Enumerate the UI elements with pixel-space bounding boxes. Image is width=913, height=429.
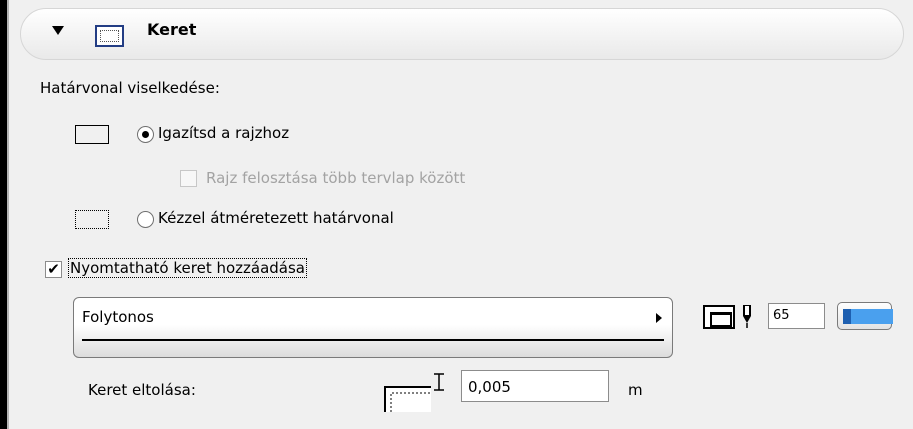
printable-frame-checkbox[interactable]: ✔ [45,261,62,278]
split-drawing-label[interactable]: Rajz felosztása több tervlap között [206,169,465,187]
radio-manual-border[interactable] [137,211,154,228]
printable-frame-label[interactable]: Nyomtatható keret hozzáadása [68,258,307,278]
dropdown-arrow-icon [656,313,662,323]
section-title: Keret [147,20,197,39]
pen-set-icon[interactable] [703,305,735,329]
frame-offset-icon [384,373,444,412]
pen-color-swatch[interactable] [837,302,893,330]
frame-offset-input[interactable]: 0,005 [461,370,609,402]
border-behavior-label: Határvonal viselkedése: [40,79,220,97]
line-type-dropdown[interactable]: Folytonos [73,297,673,358]
radio-fit-to-drawing[interactable] [137,126,154,143]
pencil-icon [743,305,751,328]
panel-left-border [0,0,9,429]
fit-to-drawing-icon [75,125,109,144]
pen-number-input[interactable]: 65 [768,303,825,329]
collapse-triangle-icon[interactable] [52,26,64,35]
frame-icon [95,25,124,47]
line-type-value: Folytonos [82,308,154,326]
frame-offset-label: Keret eltolása: [88,381,196,399]
manual-border-label[interactable]: Kézzel átméretezett határvonal [158,209,394,227]
frame-offset-unit: m [628,381,643,399]
line-type-preview [82,339,664,341]
fit-to-drawing-label[interactable]: Igazítsd a rajzhoz [158,124,289,142]
manual-border-icon [75,210,109,229]
split-drawing-checkbox[interactable] [180,170,197,187]
